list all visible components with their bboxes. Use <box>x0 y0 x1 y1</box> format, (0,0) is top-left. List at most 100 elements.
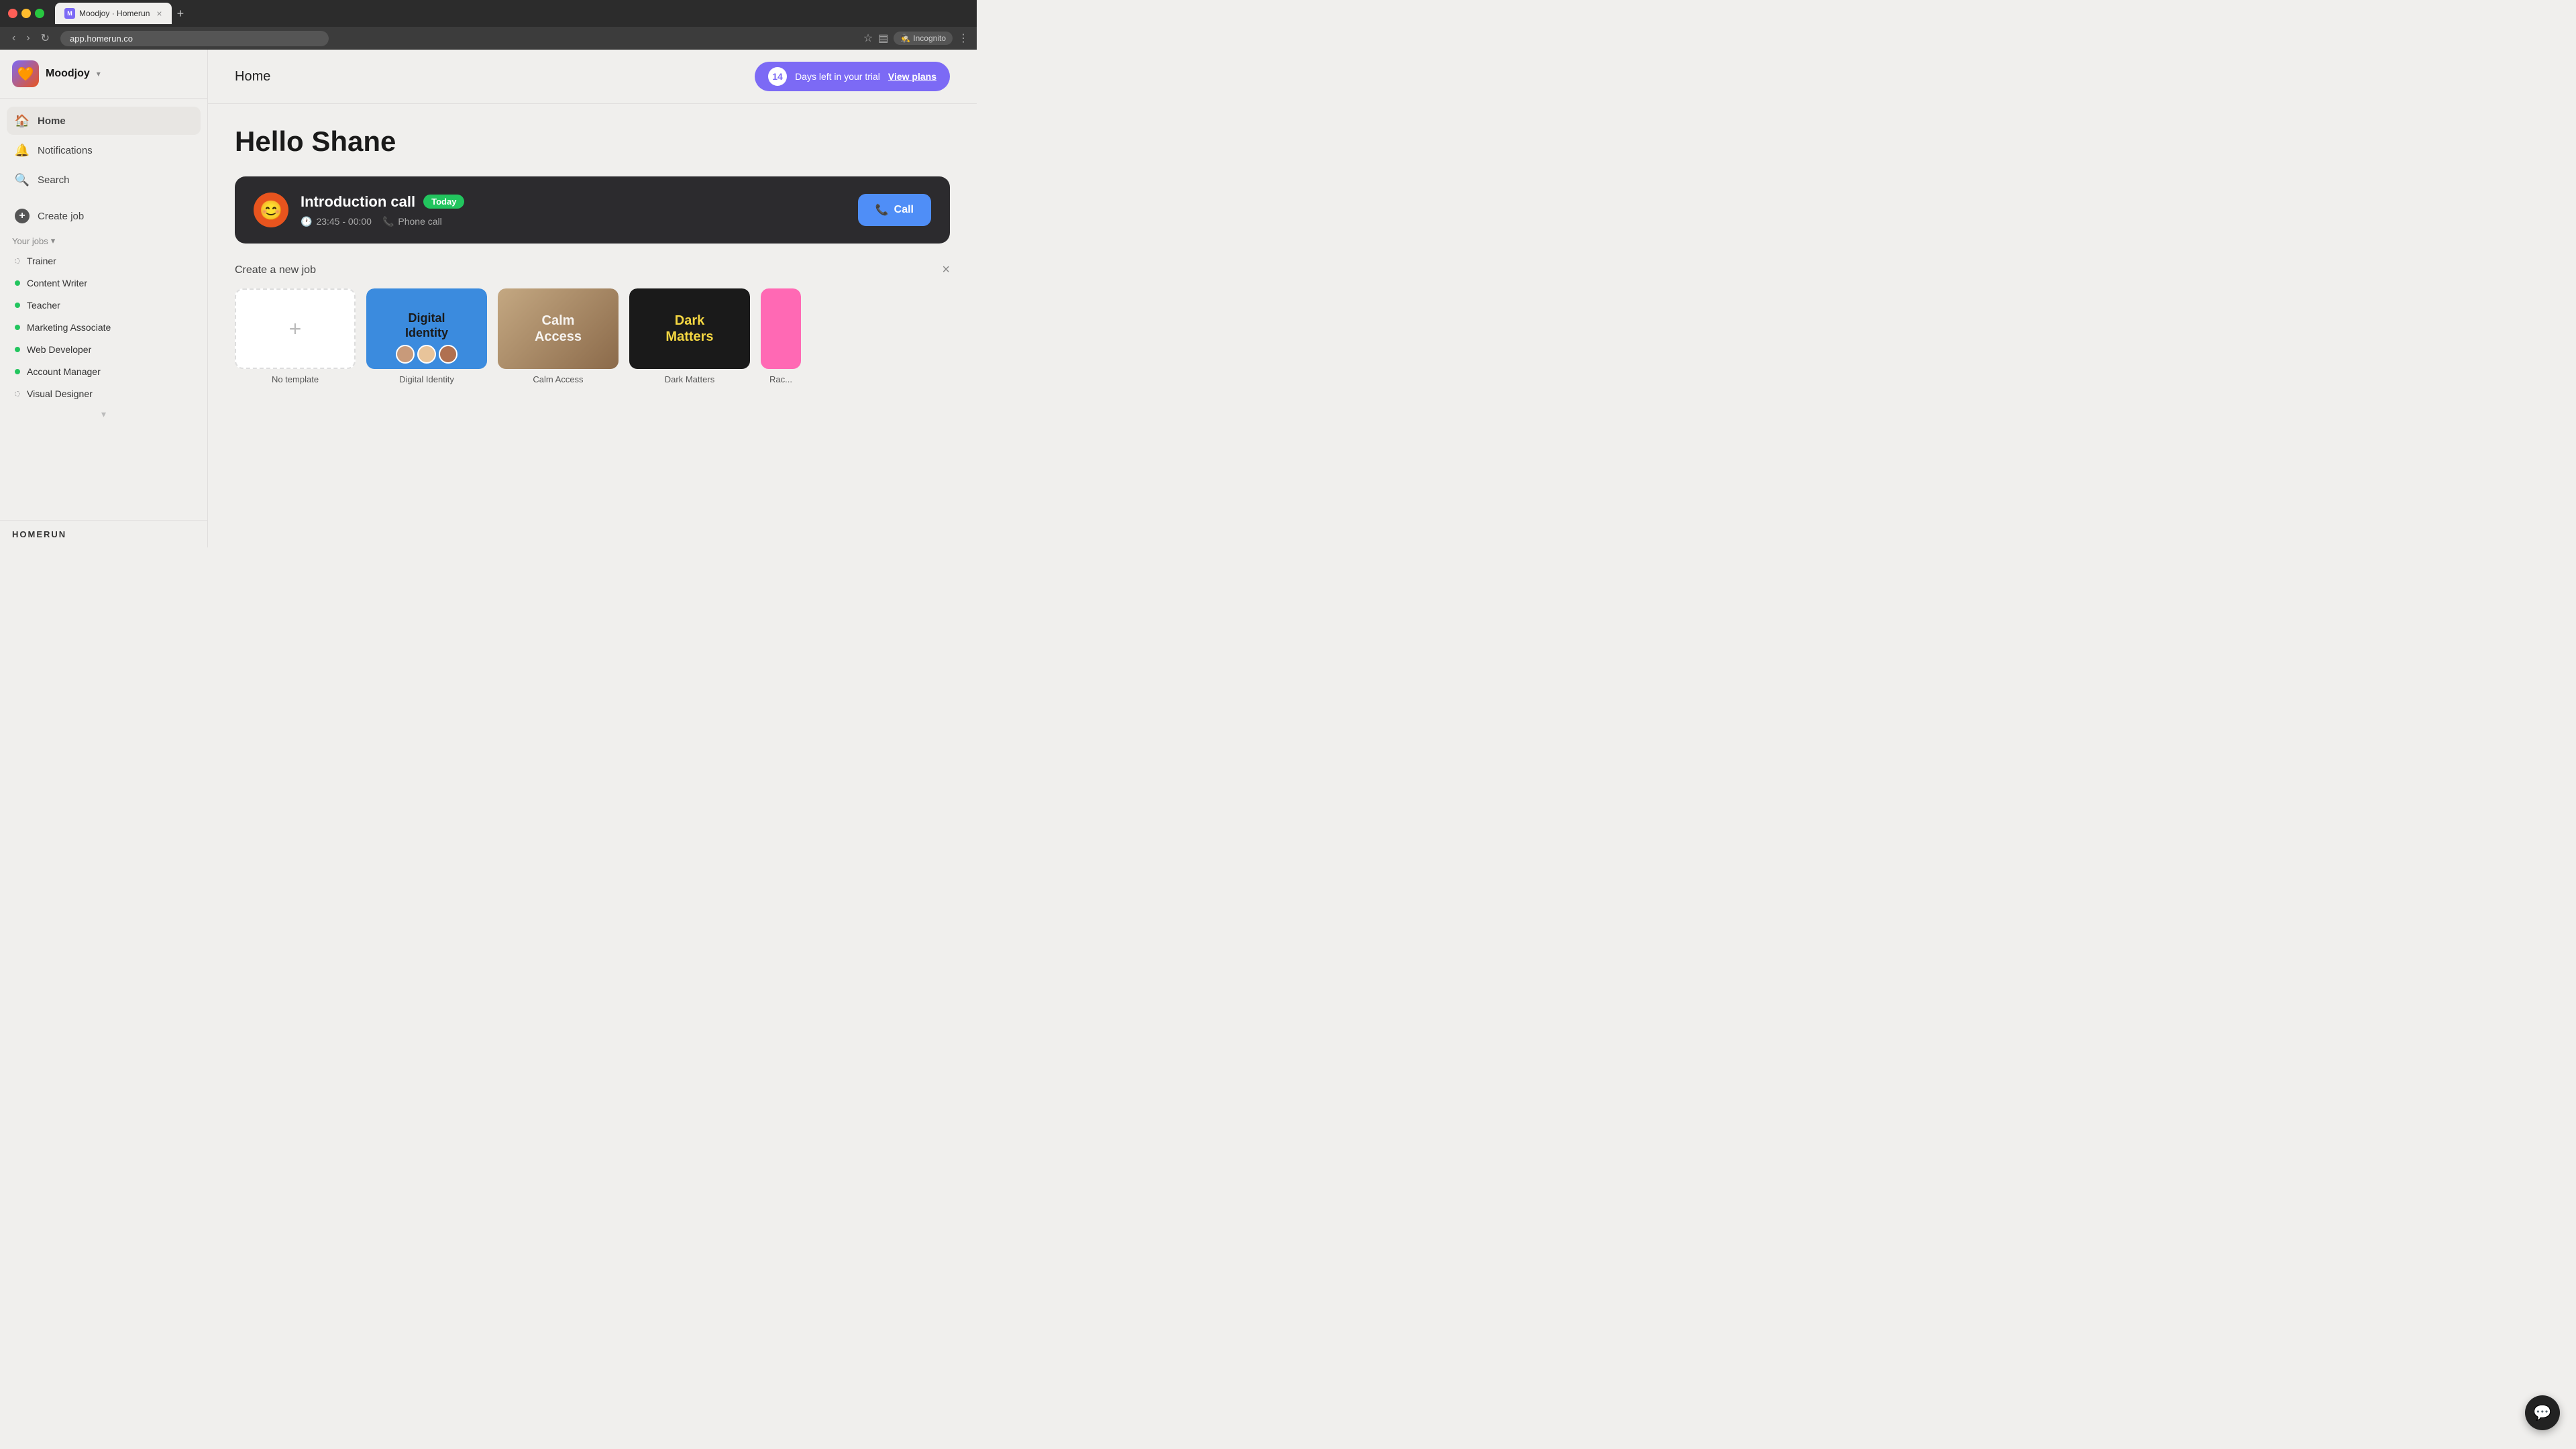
incognito-indicator: 🕵 Incognito <box>894 32 953 45</box>
your-jobs-section: Your jobs ▾ <box>0 230 207 249</box>
main-header: Home 14 Days left in your trial View pla… <box>208 50 977 104</box>
job-item-marketing-associate[interactable]: Marketing Associate <box>7 317 201 338</box>
template-card-rac[interactable]: Rac... <box>761 288 801 386</box>
call-button-label: Call <box>894 204 914 216</box>
job-item-visual-designer[interactable]: Visual Designer <box>7 383 201 405</box>
job-item-trainer[interactable]: Trainer <box>7 250 201 272</box>
job-status-dot-web-developer <box>15 347 20 352</box>
tab-bar: M Moodjoy · Homerun × + <box>55 3 969 24</box>
chat-fab-button[interactable]: 💬 <box>2525 1395 2560 1430</box>
template-thumb-calm-access: CalmAccess <box>498 288 619 369</box>
trial-badge: 14 Days left in your trial View plans <box>755 62 950 91</box>
today-badge: Today <box>423 195 464 209</box>
sidebar-nav: 🏠 Home 🔔 Notifications 🔍 Search <box>0 99 207 202</box>
active-tab[interactable]: M Moodjoy · Homerun × <box>55 3 172 24</box>
incognito-label: Incognito <box>913 34 946 43</box>
sidebar-item-notifications-label: Notifications <box>38 145 93 156</box>
sidebar-item-search[interactable]: 🔍 Search <box>7 166 201 194</box>
bookmark-icon[interactable]: ☆ <box>863 32 873 45</box>
template-label-digital-identity: Digital Identity <box>366 369 487 386</box>
template-label-rac: Rac... <box>761 369 801 386</box>
job-item-teacher[interactable]: Teacher <box>7 294 201 316</box>
scroll-down-icon: ▾ <box>101 409 106 420</box>
navigation-buttons: ‹ › ↻ <box>8 30 54 46</box>
tab-title: Moodjoy · Homerun <box>79 9 150 18</box>
templates-row: + No template DigitalIdentity <box>235 288 950 386</box>
your-jobs-chevron-icon: ▾ <box>51 235 56 246</box>
job-label-visual-designer: Visual Designer <box>27 388 93 399</box>
call-button[interactable]: 📞 Call <box>858 194 931 226</box>
template-calm-title: CalmAccess <box>535 313 582 345</box>
job-status-dot-visual-designer <box>15 391 20 396</box>
trial-text: Days left in your trial <box>795 71 880 82</box>
sidebar-item-search-label: Search <box>38 174 70 186</box>
template-thumb-digital-identity: DigitalIdentity <box>366 288 487 369</box>
company-name: Moodjoy <box>46 68 90 80</box>
template-digital-title: DigitalIdentity <box>405 311 448 340</box>
template-card-no-template[interactable]: + No template <box>235 288 356 386</box>
address-input[interactable] <box>60 31 329 46</box>
tab-close-button[interactable]: × <box>156 8 162 19</box>
template-thumb-dark-matters: DarkMatters <box>629 288 750 369</box>
reader-mode-icon[interactable]: ▤ <box>878 32 888 45</box>
job-status-dot-content-writer <box>15 280 20 286</box>
notifications-icon: 🔔 <box>15 143 30 158</box>
trial-days-count: 14 <box>768 67 787 86</box>
job-label-trainer: Trainer <box>27 256 56 266</box>
address-bar-actions: ☆ ▤ 🕵 Incognito ⋮ <box>863 32 969 45</box>
browser-chrome: M Moodjoy · Homerun × + <box>0 0 977 27</box>
intro-call-type: Phone call <box>398 216 441 227</box>
close-window-button[interactable] <box>8 9 17 18</box>
job-status-dot-teacher <box>15 303 20 308</box>
window-controls <box>8 9 44 18</box>
template-label-calm-access: Calm Access <box>498 369 619 386</box>
job-label-marketing-associate: Marketing Associate <box>27 322 111 333</box>
job-label-account-manager: Account Manager <box>27 366 101 377</box>
tab-favicon: M <box>64 8 75 19</box>
sidebar-item-notifications[interactable]: 🔔 Notifications <box>7 136 201 164</box>
create-job-button[interactable]: + Create job <box>7 202 201 230</box>
job-status-dot-trainer <box>15 258 20 264</box>
chat-fab-icon: 💬 <box>2533 1404 2551 1421</box>
template-card-dark-matters[interactable]: DarkMatters Dark Matters <box>629 288 750 386</box>
app-layout: 🧡 Moodjoy ▾ 🏠 Home 🔔 Notifications 🔍 Sea… <box>0 50 977 547</box>
job-item-web-developer[interactable]: Web Developer <box>7 339 201 360</box>
view-plans-link[interactable]: View plans <box>888 71 936 82</box>
job-item-account-manager[interactable]: Account Manager <box>7 361 201 382</box>
intro-call-avatar: 😊 <box>254 193 288 227</box>
new-tab-button[interactable]: + <box>174 7 187 21</box>
back-button[interactable]: ‹ <box>8 30 19 46</box>
intro-call-card[interactable]: 😊 Introduction call Today 🕐 23:45 - 00:0… <box>235 176 950 244</box>
maximize-window-button[interactable] <box>35 9 44 18</box>
homerun-logo: HOMERUN <box>12 529 66 539</box>
your-jobs-label[interactable]: Your jobs ▾ <box>12 235 195 246</box>
template-digital-faces <box>366 339 487 369</box>
template-dark-title: DarkMatters <box>665 313 713 345</box>
template-label-no-template: No template <box>235 369 356 386</box>
template-card-digital-identity[interactable]: DigitalIdentity Digital Identity <box>366 288 487 386</box>
sidebar-item-home[interactable]: 🏠 Home <box>7 107 201 135</box>
sidebar-item-home-label: Home <box>38 115 66 127</box>
address-bar: ‹ › ↻ ☆ ▤ 🕵 Incognito ⋮ <box>0 27 977 50</box>
create-job-icon: + <box>15 209 30 223</box>
job-list: Trainer Content Writer Teacher Marketing… <box>0 249 207 406</box>
greeting-text: Hello Shane <box>235 125 950 158</box>
home-icon: 🏠 <box>15 113 30 128</box>
minimize-window-button[interactable] <box>21 9 31 18</box>
forward-button[interactable]: › <box>22 30 34 46</box>
close-create-job-button[interactable]: × <box>942 262 950 278</box>
company-dropdown-icon[interactable]: ▾ <box>97 69 101 78</box>
template-card-calm-access[interactable]: CalmAccess Calm Access <box>498 288 619 386</box>
menu-button[interactable]: ⋮ <box>958 32 969 45</box>
template-thumb-no-template: + <box>235 288 356 369</box>
face-2 <box>417 345 436 364</box>
create-job-label: Create job <box>38 211 84 222</box>
intro-call-time-wrapper: 🕐 23:45 - 00:00 <box>301 216 372 227</box>
job-item-content-writer[interactable]: Content Writer <box>7 272 201 294</box>
job-label-web-developer: Web Developer <box>27 344 91 355</box>
intro-title-row: Introduction call Today <box>301 193 846 211</box>
company-avatar: 🧡 <box>12 60 39 87</box>
call-button-icon: 📞 <box>875 203 889 217</box>
reload-button[interactable]: ↻ <box>37 30 54 46</box>
template-thumb-rac <box>761 288 801 369</box>
